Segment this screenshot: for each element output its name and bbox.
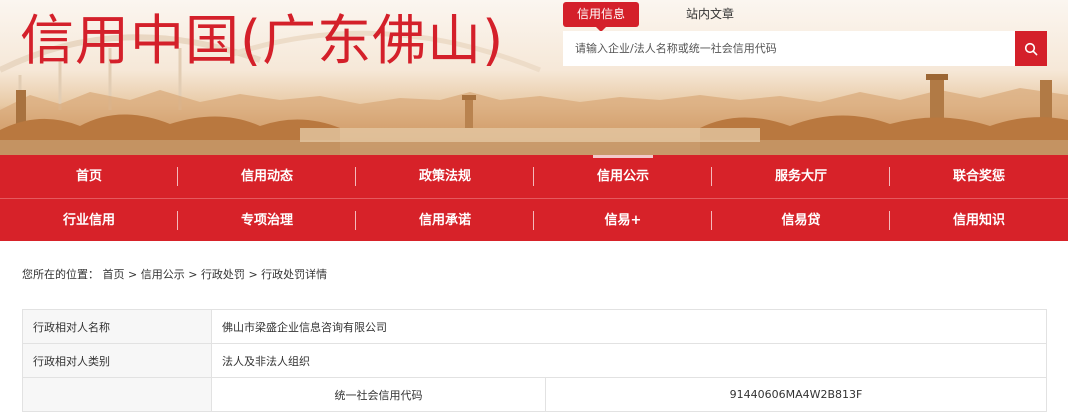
nav-item-special-governance[interactable]: 专项治理 xyxy=(178,199,356,242)
nav-item-joint-rewards[interactable]: 联合奖惩 xyxy=(890,155,1068,198)
nav-item-credit-knowledge[interactable]: 信用知识 xyxy=(890,199,1068,242)
breadcrumb-prefix: 您所在的位置： xyxy=(22,268,99,281)
nav-item-industry-credit[interactable]: 行业信用 xyxy=(0,199,178,242)
search-tabs: 信用信息 站内文章 xyxy=(563,2,748,32)
table-row: 统一社会信用代码 91440606MA4W2B813F xyxy=(22,377,1047,412)
nav-item-home[interactable]: 首页 xyxy=(0,155,178,198)
breadcrumb-home[interactable]: 首页 xyxy=(103,268,125,281)
code-label: 统一社会信用代码 xyxy=(211,377,546,412)
search-button[interactable] xyxy=(1015,31,1047,66)
breadcrumb-separator: > xyxy=(248,268,262,281)
search-tab-site-articles[interactable]: 站内文章 xyxy=(672,2,748,27)
breadcrumb-credit-publicity[interactable]: 信用公示 xyxy=(141,268,185,281)
nav-item-xinyi-plus[interactable]: 信易+ xyxy=(534,199,712,242)
breadcrumb-separator: > xyxy=(188,268,201,281)
search-input[interactable] xyxy=(563,31,1015,66)
row-blank-label xyxy=(22,377,212,412)
nav-item-credit-commitment[interactable]: 信用承诺 xyxy=(356,199,534,242)
site-title: 信用中国(广东佛山) xyxy=(20,9,505,72)
code-value: 91440606MA4W2B813F xyxy=(545,377,1047,412)
row-value: 法人及非法人组织 xyxy=(211,343,1047,378)
nav-row-2: 行业信用 专项治理 信用承诺 信易+ 信易贷 信用知识 xyxy=(0,198,1068,241)
search-tab-credit-info[interactable]: 信用信息 xyxy=(563,2,640,32)
search-icon xyxy=(1024,42,1038,55)
row-value: 佛山市梁盛企业信息咨询有限公司 xyxy=(211,309,1047,344)
breadcrumb: 您所在的位置： 首页 > 信用公示 > 行政处罚 > 行政处罚详情 xyxy=(22,266,327,282)
nav-row-1: 首页 信用动态 政策法规 信用公示 服务大厅 联合奖惩 xyxy=(0,155,1068,198)
breadcrumb-separator: > xyxy=(128,268,141,281)
nav-item-credit-publicity[interactable]: 信用公示 xyxy=(534,155,712,198)
table-row: 行政相对人名称 佛山市梁盛企业信息咨询有限公司 xyxy=(22,309,1047,344)
nav-item-xinyi-loan[interactable]: 信易贷 xyxy=(712,199,890,242)
nav-item-service-hall[interactable]: 服务大厅 xyxy=(712,155,890,198)
breadcrumb-current: 行政处罚详情 xyxy=(261,268,328,281)
row-label: 行政相对人类别 xyxy=(22,343,212,378)
nav-item-policies[interactable]: 政策法规 xyxy=(356,155,534,198)
header-banner: 信用中国(广东佛山) 信用信息 站内文章 xyxy=(0,0,1068,155)
main-nav: 首页 信用动态 政策法规 信用公示 服务大厅 联合奖惩 行业信用 专项治理 信用… xyxy=(0,155,1068,241)
penalty-detail-table: 行政相对人名称 佛山市梁盛企业信息咨询有限公司 行政相对人类别 法人及非法人组织… xyxy=(22,309,1047,412)
search-box xyxy=(563,31,1047,66)
table-row: 行政相对人类别 法人及非法人组织 xyxy=(22,343,1047,378)
row-label: 行政相对人名称 xyxy=(22,309,212,344)
breadcrumb-administrative-penalty[interactable]: 行政处罚 xyxy=(201,268,245,281)
nav-item-credit-news[interactable]: 信用动态 xyxy=(178,155,356,198)
